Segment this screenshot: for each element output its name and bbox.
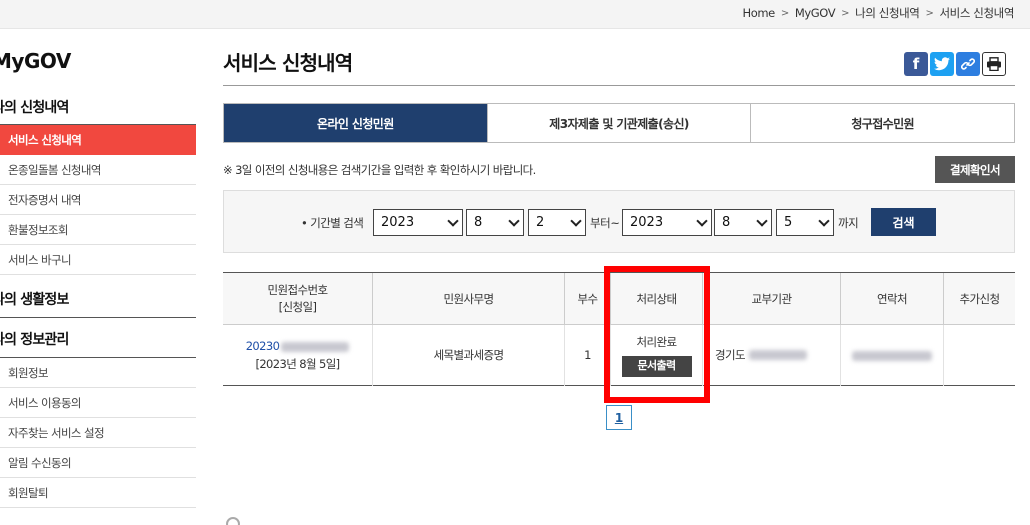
divider: [223, 85, 1015, 86]
sidebar-item-e-certificates[interactable]: 전자증명서 내역: [0, 185, 196, 215]
agency-text: 경기도: [715, 347, 746, 362]
copies-value: 1: [584, 347, 591, 362]
sidebar-section-applications[interactable]: 나의 신청내역: [0, 97, 196, 117]
tab-bar: 온라인 신청민원 제3자제출 및 기관제출(송신) 청구접수민원: [223, 103, 1015, 143]
from-month-select[interactable]: 8: [466, 209, 524, 236]
chevron-right-icon: >: [925, 7, 934, 19]
header-copies: 부수: [565, 273, 611, 325]
tab-claims[interactable]: 청구접수민원: [751, 104, 1015, 142]
sidebar-item-care-applications[interactable]: 온종일돌봄 신청내역: [0, 155, 196, 185]
chevron-down-icon: [696, 215, 708, 227]
to-text: 까지: [838, 216, 859, 230]
header-service-name: 민원사무명: [373, 273, 565, 325]
search-label: • 기간별 검색: [301, 216, 364, 230]
chevron-down-icon: [756, 215, 768, 227]
breadcrumb: Home > MyGOV > 나의 신청내역 > 서비스 신청내역: [742, 5, 1014, 21]
from-year-select[interactable]: 2023: [373, 209, 463, 236]
payment-confirmation-button[interactable]: 결제확인서: [935, 156, 1015, 183]
cell-service-name: 세목별과세증명: [373, 325, 565, 386]
cell-receipt: 20230 [2023년 8월 5일]: [223, 325, 373, 386]
status-text: 처리완료: [636, 334, 678, 349]
breadcrumb-my-applications[interactable]: 나의 신청내역: [855, 5, 920, 21]
sidebar-item-service-basket[interactable]: 서비스 바구니: [0, 245, 196, 275]
to-year-value: 2023: [630, 215, 664, 230]
blurred-text: [281, 341, 350, 352]
chevron-down-icon: [508, 215, 520, 227]
sidebar-item-member-info[interactable]: 회원정보: [0, 358, 196, 388]
chevron-down-icon: [570, 215, 582, 227]
sidebar: MyGOV 나의 신청내역 서비스 신청내역 온종일돌봄 신청내역 전자증명서 …: [0, 29, 196, 525]
sidebar-section-info-management[interactable]: 나의 정보관리: [0, 329, 196, 349]
header-receipt-no: 민원접수번호 [신청일]: [223, 273, 373, 325]
blurred-text: [852, 350, 932, 361]
print-icon[interactable]: [982, 52, 1006, 76]
breadcrumb-mygov[interactable]: MyGOV: [795, 6, 836, 20]
cell-copies: 1: [565, 325, 611, 386]
search-panel: • 기간별 검색 2023 8 2 부터~ 2023 8 5 까지 검색: [223, 190, 1015, 253]
top-bar: Home > MyGOV > 나의 신청내역 > 서비스 신청내역: [0, 0, 1030, 29]
search-button[interactable]: 검색: [871, 208, 936, 236]
from-month-value: 8: [474, 215, 483, 230]
from-text: 부터~: [590, 216, 620, 230]
cell-status: 처리완료 문서출력: [611, 325, 703, 386]
sidebar-item-notification-consent[interactable]: 알림 수신동의: [0, 448, 196, 478]
tab-online-applications[interactable]: 온라인 신청민원: [224, 104, 488, 142]
to-day-select[interactable]: 5: [776, 209, 834, 236]
to-day-value: 5: [784, 215, 793, 230]
notice-text: ※ 3일 이전의 신청내용은 검색기간을 입력한 후 확인하시기 바랍니다.: [223, 163, 536, 177]
applications-table: 민원접수번호 [신청일] 민원사무명 부수 처리상태 교부기관 연락처 추가신청…: [223, 272, 1015, 386]
tab-third-party-submission[interactable]: 제3자제출 및 기관제출(송신): [487, 104, 752, 142]
sidebar-item-service-applications[interactable]: 서비스 신청내역: [0, 125, 196, 155]
table-header: 민원접수번호 [신청일] 민원사무명 부수 처리상태 교부기관 연락처 추가신청: [223, 273, 1015, 325]
circle-icon: [226, 517, 240, 525]
apply-date: [2023년 8월 5일]: [255, 356, 340, 371]
divider: [0, 317, 196, 318]
sidebar-item-refunds[interactable]: 환불정보조회: [0, 215, 196, 245]
to-month-value: 8: [722, 215, 731, 230]
breadcrumb-home[interactable]: Home: [742, 6, 775, 20]
facebook-icon[interactable]: f: [904, 52, 928, 76]
sidebar-item-withdraw[interactable]: 회원탈퇴: [0, 478, 196, 508]
agency-wrap: 경기도: [715, 347, 807, 364]
cell-agency: 경기도: [703, 325, 841, 386]
header-contact: 연락처: [841, 273, 944, 325]
to-year-select[interactable]: 2023: [622, 209, 712, 236]
cell-additional: [944, 325, 1015, 386]
page-title: 서비스 신청내역: [223, 51, 353, 75]
header-additional: 추가신청: [959, 291, 1001, 306]
sidebar-section-life-info[interactable]: 나의 생활정보: [0, 289, 196, 309]
from-day-select[interactable]: 2: [528, 209, 586, 236]
blurred-text: [748, 350, 807, 361]
pagination-page[interactable]: 1: [606, 405, 632, 430]
from-year-value: 2023: [381, 215, 415, 230]
table-row: 20230 [2023년 8월 5일] 세목별과세증명 1 처리완료 문서출력 …: [223, 325, 1015, 386]
cell-contact: [841, 325, 944, 386]
sidebar-item-service-consent[interactable]: 서비스 이용동의: [0, 388, 196, 418]
sidebar-brand: MyGOV: [0, 49, 71, 73]
twitter-icon[interactable]: [930, 52, 954, 76]
link-icon[interactable]: [956, 52, 980, 76]
chevron-down-icon: [818, 215, 830, 227]
breadcrumb-current[interactable]: 서비스 신청내역: [939, 5, 1014, 21]
sidebar-item-favorite-services[interactable]: 자주찾는 서비스 설정: [0, 418, 196, 448]
chevron-down-icon: [447, 215, 459, 227]
service-name: 세목별과세증명: [433, 347, 504, 362]
from-day-value: 2: [536, 215, 545, 230]
header-agency: 교부기관: [703, 273, 841, 325]
to-month-select[interactable]: 8: [714, 209, 772, 236]
header-status: 처리상태: [611, 273, 703, 325]
receipt-number[interactable]: 20230: [246, 339, 280, 353]
chevron-right-icon: >: [780, 7, 789, 19]
receipt-number-link[interactable]: 20230: [246, 338, 350, 355]
chevron-right-icon: >: [841, 7, 850, 19]
print-document-button[interactable]: 문서출력: [621, 356, 692, 378]
